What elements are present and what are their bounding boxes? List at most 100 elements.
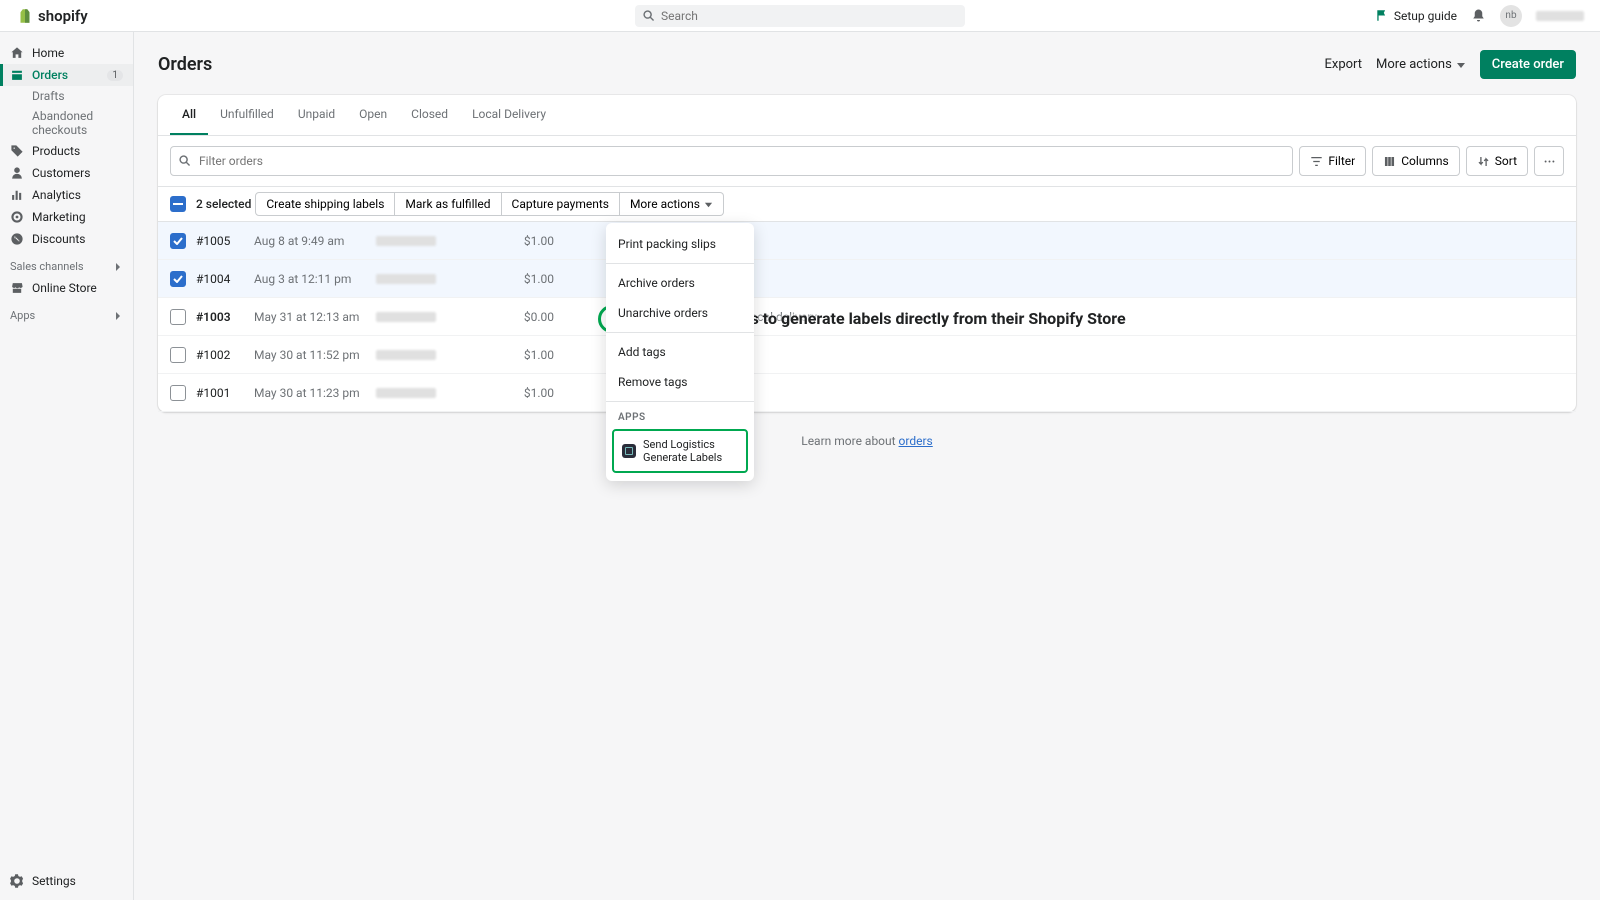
sort-icon: [1477, 155, 1490, 168]
cell-order-id: #1002: [196, 348, 254, 362]
avatar[interactable]: nb: [1500, 5, 1522, 27]
filter-icon: [1310, 155, 1323, 168]
bulk-select-checkbox[interactable]: [170, 196, 186, 212]
sidebar: Home Orders 1 Drafts Abandoned checkouts…: [0, 32, 134, 900]
caret-down-icon: [1456, 60, 1466, 70]
setup-guide-link[interactable]: Setup guide: [1376, 9, 1457, 23]
search-icon: [642, 9, 656, 23]
cell-total: $1.00: [496, 386, 554, 400]
cell-date: Aug 3 at 12:11 pm: [254, 272, 376, 286]
row-checkbox[interactable]: [170, 385, 186, 401]
dd-apps-heading: APPS: [606, 406, 754, 427]
gear-icon: [10, 874, 24, 888]
brand-name: shopify: [38, 7, 88, 25]
bulk-actions-row: 2 selected Create shipping labelsMark as…: [158, 186, 1576, 222]
create-order-button[interactable]: Create order: [1480, 50, 1576, 79]
tab-open[interactable]: Open: [347, 95, 399, 135]
sidebar-sub-drafts[interactable]: Drafts: [0, 86, 133, 106]
discount-icon: [10, 232, 24, 246]
sidebar-item-discounts[interactable]: Discounts: [0, 228, 133, 250]
sidebar-item-settings[interactable]: Settings: [10, 874, 123, 888]
orders-card: AllUnfulfilledUnpaidOpenClosedLocal Deli…: [158, 95, 1576, 412]
dd-add-tags[interactable]: Add tags: [606, 337, 754, 367]
filter-orders-input[interactable]: [170, 146, 1293, 176]
sidebar-section-apps[interactable]: Apps: [0, 299, 133, 326]
row-checkbox[interactable]: [170, 347, 186, 363]
search-input[interactable]: [635, 5, 965, 27]
bulk-btn-create-shipping-labels[interactable]: Create shipping labels: [255, 192, 395, 216]
sidebar-item-marketing[interactable]: Marketing: [0, 206, 133, 228]
table-row[interactable]: #1001May 30 at 11:23 pm$1.00em: [158, 374, 1576, 412]
cell-date: May 31 at 12:13 am: [254, 310, 376, 324]
tabs: AllUnfulfilledUnpaidOpenClosedLocal Deli…: [158, 95, 1576, 136]
cell-date: May 30 at 11:52 pm: [254, 348, 376, 362]
chevron-right-icon: [113, 262, 123, 272]
main: Orders Export More actions Create order …: [134, 32, 1600, 900]
table-row[interactable]: #1004Aug 3 at 12:11 pm$1.00em: [158, 260, 1576, 298]
shopify-bag-icon: [16, 7, 34, 25]
more-actions-button[interactable]: More actions: [1376, 57, 1466, 72]
cell-total: $1.00: [496, 234, 554, 248]
store-icon: [10, 281, 24, 295]
sidebar-item-online-store[interactable]: Online Store: [0, 277, 133, 299]
tab-unfulfilled[interactable]: Unfulfilled: [208, 95, 286, 135]
cell-order-id: #1004: [196, 272, 254, 286]
cell-total: $1.00: [496, 272, 554, 286]
columns-button[interactable]: Columns: [1372, 146, 1460, 176]
sidebar-item-analytics[interactable]: Analytics: [0, 184, 133, 206]
cell-customer: [376, 312, 436, 322]
dots-icon: [1543, 155, 1556, 168]
tab-all[interactable]: All: [170, 95, 208, 135]
columns-icon: [1383, 155, 1396, 168]
store-name: [1536, 11, 1584, 21]
table-row[interactable]: #1005Aug 8 at 9:49 am$1.00em: [158, 222, 1576, 260]
sidebar-item-home[interactable]: Home: [0, 42, 133, 64]
logo[interactable]: shopify: [16, 7, 88, 25]
dd-app-send-logistics[interactable]: Send Logistics Generate Labels: [612, 429, 748, 473]
analytics-icon: [10, 188, 24, 202]
more-button[interactable]: [1534, 146, 1564, 176]
sidebar-item-products[interactable]: Products: [0, 140, 133, 162]
cell-customer: [376, 274, 436, 284]
sidebar-sub-abandoned[interactable]: Abandoned checkouts: [0, 106, 133, 140]
sidebar-item-orders[interactable]: Orders 1: [0, 64, 133, 86]
sidebar-section-sales[interactable]: Sales channels: [0, 250, 133, 277]
dd-archive-orders[interactable]: Archive orders: [606, 268, 754, 298]
flag-icon: [1376, 9, 1389, 22]
chevron-right-icon: [113, 311, 123, 321]
cell-date: Aug 8 at 9:49 am: [254, 234, 376, 248]
filter-row: Filter Columns Sort: [158, 136, 1576, 186]
cell-order-id: #1003: [196, 310, 254, 324]
bell-icon[interactable]: [1471, 8, 1486, 23]
learn-more-link[interactable]: orders: [899, 434, 933, 448]
learn-more: Learn more about orders: [158, 412, 1576, 456]
bulk-btn-capture-payments[interactable]: Capture payments: [502, 192, 620, 216]
row-checkbox[interactable]: [170, 271, 186, 287]
sort-button[interactable]: Sort: [1466, 146, 1528, 176]
table-row[interactable]: #1002May 30 at 11:52 pm$1.00em: [158, 336, 1576, 374]
tab-local-delivery[interactable]: Local Delivery: [460, 95, 558, 135]
cell-total: $0.00: [496, 310, 554, 324]
row-checkbox[interactable]: [170, 233, 186, 249]
cell-order-id: #1005: [196, 234, 254, 248]
filter-button[interactable]: Filter: [1299, 146, 1366, 176]
dd-remove-tags[interactable]: Remove tags: [606, 367, 754, 397]
cell-total: $1.00: [496, 348, 554, 362]
tab-closed[interactable]: Closed: [399, 95, 460, 135]
export-button[interactable]: Export: [1325, 57, 1363, 72]
bulk-btn-mark-as-fulfilled[interactable]: Mark as fulfilled: [395, 192, 501, 216]
dd-unarchive-orders[interactable]: Unarchive orders: [606, 298, 754, 328]
tab-unpaid[interactable]: Unpaid: [286, 95, 347, 135]
person-icon: [10, 166, 24, 180]
orders-icon: [10, 68, 24, 82]
home-icon: [10, 46, 24, 60]
topbar-right: Setup guide nb: [1376, 5, 1584, 27]
target-icon: [10, 210, 24, 224]
row-checkbox[interactable]: [170, 309, 186, 325]
sidebar-item-customers[interactable]: Customers: [0, 162, 133, 184]
page-title: Orders: [158, 54, 212, 75]
caret-down-icon: [704, 200, 713, 209]
bulk-btn-more-actions[interactable]: More actions: [620, 192, 724, 216]
search-icon: [178, 154, 192, 168]
dd-print-packing-slips[interactable]: Print packing slips: [606, 229, 754, 259]
